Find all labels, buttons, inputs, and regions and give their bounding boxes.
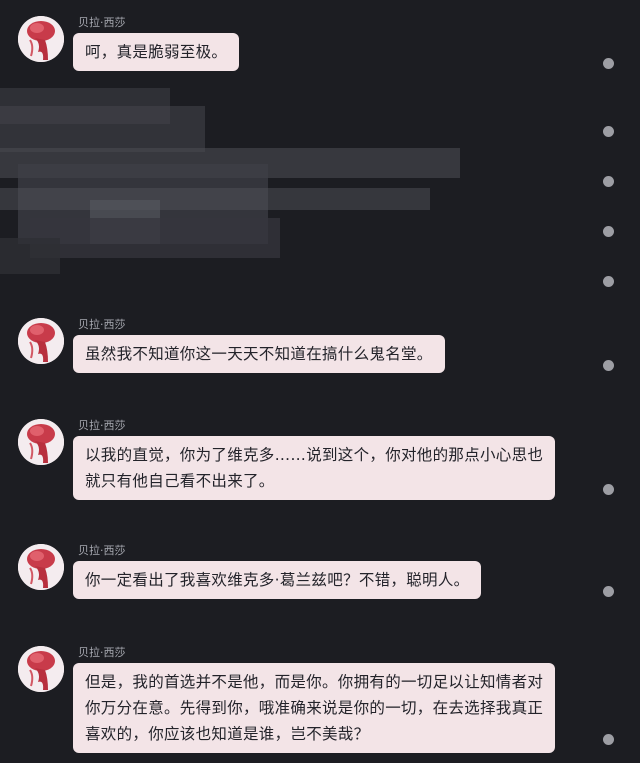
sender-name: 贝拉·西莎	[78, 646, 126, 659]
sender-name: 贝拉·西莎	[78, 318, 126, 331]
avatar[interactable]	[18, 544, 64, 590]
message-indicator-dot[interactable]	[603, 360, 614, 371]
message-bubble: 以我的直觉，你为了维克多……说到这个，你对他的那点小心思也 就只有他自己看不出来…	[73, 436, 556, 500]
message-bubble: 你一定看出了我喜欢维克多·葛兰兹吧？不错，聪明人。	[73, 561, 482, 599]
redacted-region	[0, 88, 470, 278]
sender-name: 贝拉·西莎	[78, 419, 126, 432]
message-indicator-dot[interactable]	[603, 276, 614, 287]
avatar[interactable]	[18, 419, 64, 465]
message-indicator-dot[interactable]	[603, 484, 614, 495]
avatar-image	[18, 318, 64, 364]
avatar-image	[18, 16, 64, 62]
message-indicator-dot[interactable]	[603, 586, 614, 597]
avatar-image	[18, 419, 64, 465]
message-bubble: 虽然我不知道你这一天天不知道在搞什么鬼名堂。	[73, 335, 445, 373]
avatar[interactable]	[18, 646, 64, 692]
avatar[interactable]	[18, 16, 64, 62]
sender-name: 贝拉·西莎	[78, 544, 126, 557]
message-bubble: 呵，真是脆弱至极。	[73, 33, 240, 71]
message-indicator-dot[interactable]	[603, 226, 614, 237]
avatar[interactable]	[18, 318, 64, 364]
message-indicator-dot[interactable]	[603, 176, 614, 187]
message-indicator-dot[interactable]	[603, 126, 614, 137]
message-indicator-dot[interactable]	[603, 58, 614, 69]
chat-window: 贝拉·西莎 呵，真是脆弱至极。 贝拉·西莎 虽然我不知道你这一天天不知道在搞什么…	[0, 0, 640, 763]
avatar-image	[18, 544, 64, 590]
sender-name: 贝拉·西莎	[78, 16, 126, 29]
avatar-image	[18, 646, 64, 692]
message-indicator-dot[interactable]	[603, 734, 614, 745]
message-bubble: 但是，我的首选并不是他，而是你。你拥有的一切足以让知情者对 你万分在意。先得到你…	[73, 663, 556, 753]
